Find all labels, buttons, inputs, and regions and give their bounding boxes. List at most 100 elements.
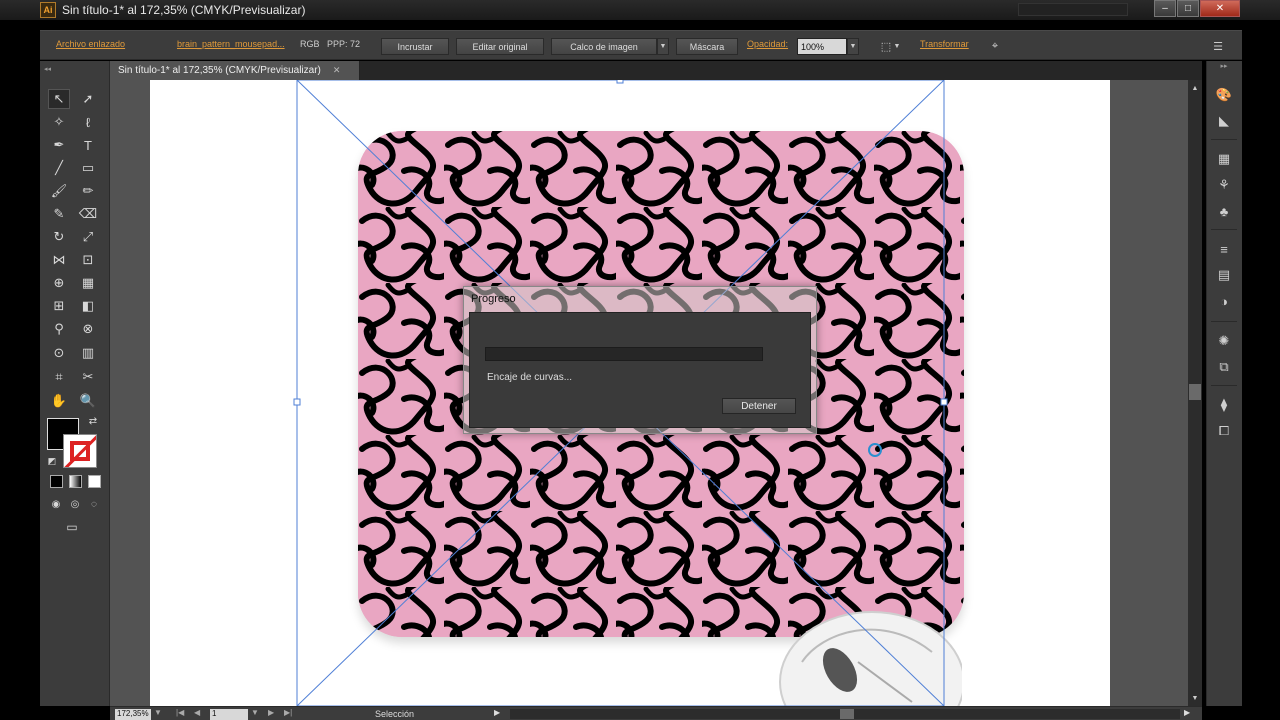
dock-collapse-icon[interactable]: ▸▸: [1213, 61, 1235, 71]
gradient-mode-icon[interactable]: [69, 475, 82, 488]
tools-panel: ◂◂ ↖ ➚ ✧ ℓ ✒ T ╱ ▭ 🖌 ✏ ✎ ⌫ ↻ ⤢ ⋈ ⊡ ⊕ ▦ ⊞…: [40, 61, 110, 706]
lasso-tool-icon[interactable]: ℓ: [77, 112, 99, 132]
brushes-panel-icon[interactable]: ⚘: [1213, 175, 1235, 195]
document-tab-strip: Sin título-1* al 172,35% (CMYK/Previsual…: [110, 61, 1202, 80]
panel-dock: ▸▸ 🎨 ◣ ▦ ⚘ ♣ ≡ ▤ ◑ ✺ ⧉ ⧫ ⧠: [1206, 61, 1242, 706]
scale-tool-icon[interactable]: ⤢: [77, 227, 99, 247]
maximize-button[interactable]: □: [1177, 0, 1199, 17]
scroll-right-icon[interactable]: ▶: [1184, 708, 1190, 717]
zoom-dropdown-icon[interactable]: ▼: [154, 708, 162, 717]
image-trace-button[interactable]: Calco de imagen: [551, 38, 657, 55]
document-tab-label: Sin título-1* al 172,35% (CMYK/Previsual…: [118, 65, 321, 76]
blob-brush-tool-icon[interactable]: ✎: [48, 204, 70, 224]
pen-tool-icon[interactable]: ✒: [48, 135, 70, 155]
stop-button[interactable]: Detener: [722, 398, 796, 414]
panel-menu-icon[interactable]: ☰: [1210, 38, 1226, 54]
color-mode-label: RGB: [300, 39, 320, 49]
previous-artboard-icon[interactable]: ◀: [194, 708, 200, 717]
status-menu-icon[interactable]: ▶: [494, 708, 500, 717]
illustrator-logo-icon: Ai: [40, 2, 56, 18]
linked-file-link[interactable]: Archivo enlazado: [56, 39, 125, 49]
symbols-panel-icon[interactable]: ♣: [1213, 201, 1235, 221]
appearance-panel-icon[interactable]: ✺: [1213, 331, 1235, 351]
zoom-tool-icon[interactable]: 🔍: [77, 391, 99, 411]
file-name-link[interactable]: brain_pattern_mousepad...: [177, 39, 285, 49]
blend-tool-icon[interactable]: ⊗: [77, 319, 99, 339]
opacity-label[interactable]: Opacidad:: [747, 39, 788, 49]
swatches-panel-icon[interactable]: ▦: [1213, 149, 1235, 169]
close-button[interactable]: ✕: [1200, 0, 1240, 17]
stroke-color-swatch[interactable]: [63, 434, 97, 468]
horizontal-scroll-thumb[interactable]: [840, 709, 854, 719]
image-trace-dropdown[interactable]: ▼: [657, 38, 669, 55]
line-tool-icon[interactable]: ╱: [48, 158, 70, 178]
align-dropdown-icon[interactable]: ▼: [892, 38, 902, 54]
layers-panel-icon[interactable]: ⧫: [1213, 395, 1235, 415]
shape-builder-tool-icon[interactable]: ⊕: [48, 273, 70, 293]
transform-link[interactable]: Transformar: [920, 39, 969, 49]
rotate-tool-icon[interactable]: ↻: [48, 227, 70, 247]
eyedropper-tool-icon[interactable]: ⚲: [48, 319, 70, 339]
color-guide-icon[interactable]: ◣: [1213, 111, 1235, 131]
mesh-tool-icon[interactable]: ⊞: [48, 296, 70, 316]
close-tab-icon[interactable]: ✕: [333, 65, 341, 76]
minimize-button[interactable]: –: [1154, 0, 1176, 17]
perspective-grid-tool-icon[interactable]: ▦: [77, 273, 99, 293]
symbol-sprayer-tool-icon[interactable]: ⊙: [48, 343, 70, 363]
pencil-tool-icon[interactable]: ✏: [77, 181, 99, 201]
type-tool-icon[interactable]: T: [77, 135, 99, 155]
current-tool-label: Selección: [375, 709, 415, 719]
mask-button[interactable]: Máscara: [676, 38, 738, 55]
free-transform-tool-icon[interactable]: ⊡: [77, 250, 99, 270]
magic-wand-tool-icon[interactable]: ✧: [48, 112, 70, 132]
progress-bar: [485, 347, 763, 361]
column-graph-tool-icon[interactable]: ▥: [77, 343, 99, 363]
gradient-tool-icon[interactable]: ◧: [77, 296, 99, 316]
screen-mode-icon[interactable]: ▭: [61, 519, 83, 535]
draw-behind-icon[interactable]: ◎: [67, 496, 83, 512]
draw-inside-icon[interactable]: ◌: [86, 496, 102, 512]
draw-normal-icon[interactable]: ◉: [48, 496, 64, 512]
color-panel-icon[interactable]: 🎨: [1213, 85, 1235, 105]
opacity-dropdown[interactable]: ▼: [847, 38, 859, 55]
transparency-panel-icon[interactable]: ◑: [1213, 291, 1235, 311]
artboard-tool-icon[interactable]: ⌗: [48, 367, 70, 387]
panel-collapse-icon[interactable]: ◂◂: [44, 65, 106, 75]
progress-dialog: Progreso Encaje de curvas... Detener: [463, 286, 817, 434]
scroll-up-icon[interactable]: ▲: [1188, 82, 1202, 94]
dialog-title: Progreso: [471, 293, 516, 305]
width-tool-icon[interactable]: ⋈: [48, 250, 70, 270]
slice-tool-icon[interactable]: ✂: [77, 367, 99, 387]
none-mode-icon[interactable]: [88, 475, 101, 488]
embed-button[interactable]: Incrustar: [381, 38, 449, 55]
horizontal-scrollbar[interactable]: [510, 709, 1180, 719]
edit-original-button[interactable]: Editar original: [456, 38, 544, 55]
selection-tool-icon[interactable]: ↖: [48, 89, 70, 109]
artboard-dropdown-icon[interactable]: ▼: [251, 708, 259, 717]
stroke-panel-icon[interactable]: ≡: [1213, 239, 1235, 259]
isolate-icon[interactable]: ⌖: [987, 38, 1003, 54]
direct-selection-tool-icon[interactable]: ➚: [77, 89, 99, 109]
color-mode-icon[interactable]: [50, 475, 63, 488]
zoom-input[interactable]: 172,35%: [115, 709, 151, 720]
first-artboard-icon[interactable]: |◀: [176, 708, 184, 717]
swap-colors-icon[interactable]: ⇄: [86, 414, 100, 428]
opacity-input[interactable]: 100%: [797, 38, 847, 55]
document-tab[interactable]: Sin título-1* al 172,35% (CMYK/Previsual…: [110, 61, 360, 80]
graphic-styles-icon[interactable]: ⧉: [1213, 357, 1235, 377]
artboard-number-input[interactable]: 1: [210, 709, 248, 720]
next-artboard-icon[interactable]: ▶: [268, 708, 274, 717]
vertical-scrollbar[interactable]: ▲ ▼: [1188, 80, 1202, 706]
scroll-down-icon[interactable]: ▼: [1188, 692, 1202, 704]
gradient-panel-icon[interactable]: ▤: [1213, 265, 1235, 285]
vertical-scroll-thumb[interactable]: [1189, 384, 1201, 400]
last-artboard-icon[interactable]: ▶|: [284, 708, 292, 717]
artboards-panel-icon[interactable]: ⧠: [1213, 421, 1235, 441]
rectangle-tool-icon[interactable]: ▭: [77, 158, 99, 178]
default-colors-icon[interactable]: ◩: [46, 455, 58, 467]
dialog-body: Encaje de curvas... Detener: [469, 312, 811, 428]
eraser-tool-icon[interactable]: ⌫: [77, 204, 99, 224]
hand-tool-icon[interactable]: ✋: [48, 391, 70, 411]
paintbrush-tool-icon[interactable]: 🖌: [48, 181, 70, 201]
search-field[interactable]: [1018, 3, 1128, 16]
